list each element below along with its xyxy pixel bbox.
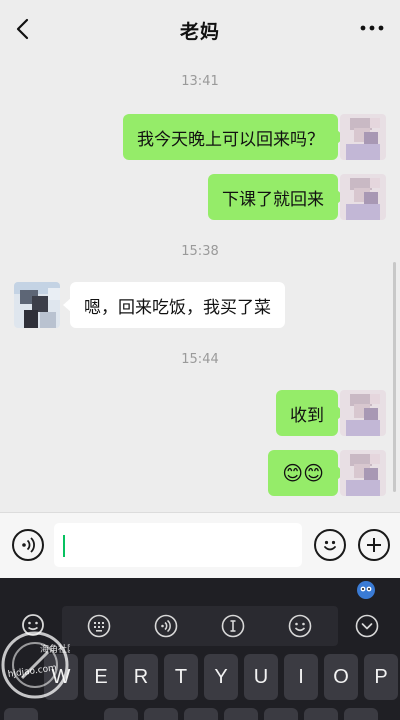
- chat-title: 老妈: [179, 20, 220, 43]
- key-partial[interactable]: [224, 708, 258, 720]
- my-avatar[interactable]: [340, 450, 386, 496]
- key-partial[interactable]: [344, 708, 378, 720]
- key-partial[interactable]: [144, 708, 178, 720]
- key-t[interactable]: T: [164, 654, 198, 700]
- keyboard-collapse-button[interactable]: [350, 609, 384, 643]
- key-partial[interactable]: [304, 708, 338, 720]
- message-text: 下课了就回来: [222, 189, 324, 210]
- key-r[interactable]: R: [124, 654, 158, 700]
- message-text: 嗯，回来吃饭，我买了菜: [84, 297, 271, 318]
- scrollbar[interactable]: [393, 262, 396, 492]
- keyboard-emoji-button[interactable]: [283, 609, 317, 643]
- key-partial[interactable]: [104, 708, 138, 720]
- watermark-bottom-text: hjdjao.com: [7, 663, 57, 680]
- input-bar: [0, 512, 400, 578]
- key-partial[interactable]: [184, 708, 218, 720]
- smiley-icon: [288, 614, 312, 638]
- watermark-logo: 海角社区 hjdjao.com: [1, 631, 70, 699]
- voice-input-button[interactable]: [12, 529, 44, 561]
- voice-icon: [22, 537, 35, 553]
- contact-message-bubble[interactable]: 嗯，回来吃饭，我买了菜: [63, 282, 285, 328]
- key-p[interactable]: P: [364, 654, 398, 700]
- my-avatar[interactable]: [340, 114, 386, 160]
- keyboard-cursor-button[interactable]: [216, 609, 250, 643]
- keyboard-layout-button[interactable]: [82, 609, 116, 643]
- key-e[interactable]: E: [84, 654, 118, 700]
- emoji-text: 😊😊: [282, 461, 324, 485]
- watermark-top-text: 海角社区: [40, 643, 70, 655]
- chat-header: 老妈: [0, 0, 400, 60]
- timestamp: 15:44: [181, 352, 219, 367]
- keyboard-voice-button[interactable]: [149, 609, 183, 643]
- key-u[interactable]: U: [244, 654, 278, 700]
- message-input[interactable]: [54, 523, 302, 567]
- key-o[interactable]: O: [324, 654, 358, 700]
- more-dots-icon: [360, 25, 384, 31]
- keyboard-top-strip: [0, 578, 400, 602]
- message-text: 我今天晚上可以回来吗？: [137, 129, 324, 150]
- keyboard-mascot-icon[interactable]: [356, 580, 376, 600]
- key-y[interactable]: Y: [204, 654, 238, 700]
- keyboard-icon: [87, 614, 111, 638]
- more-functions-button[interactable]: [358, 529, 390, 561]
- key-partial[interactable]: [4, 708, 38, 720]
- my-emoji-bubble[interactable]: 😊😊: [268, 450, 345, 496]
- timestamp: 13:41: [181, 74, 219, 89]
- voice-wave-icon: [154, 614, 178, 638]
- back-button[interactable]: [8, 14, 38, 44]
- smiley-icon: [324, 540, 336, 551]
- my-message-bubble[interactable]: 下课了就回来: [208, 174, 345, 220]
- chevron-left-icon: [16, 18, 29, 40]
- chevron-down-icon: [355, 614, 379, 638]
- text-cursor: [63, 535, 65, 557]
- timestamp: 15:38: [181, 244, 219, 259]
- plus-icon: [367, 538, 381, 552]
- my-message-bubble[interactable]: 我今天晚上可以回来吗？: [123, 114, 345, 160]
- key-partial[interactable]: [264, 708, 298, 720]
- key-i[interactable]: I: [284, 654, 318, 700]
- my-avatar[interactable]: [340, 174, 386, 220]
- message-list[interactable]: 13:41 我今天晚上可以回来吗？ 下课了就回来 15:38 嗯，回来吃饭，我买…: [0, 60, 400, 512]
- contact-avatar[interactable]: [14, 282, 60, 328]
- text-cursor-icon: [221, 614, 245, 638]
- more-options-button[interactable]: [358, 16, 386, 40]
- emoji-button[interactable]: [314, 529, 346, 561]
- my-avatar[interactable]: [340, 390, 386, 436]
- message-text: 收到: [290, 405, 324, 426]
- my-message-bubble[interactable]: 收到: [276, 390, 345, 436]
